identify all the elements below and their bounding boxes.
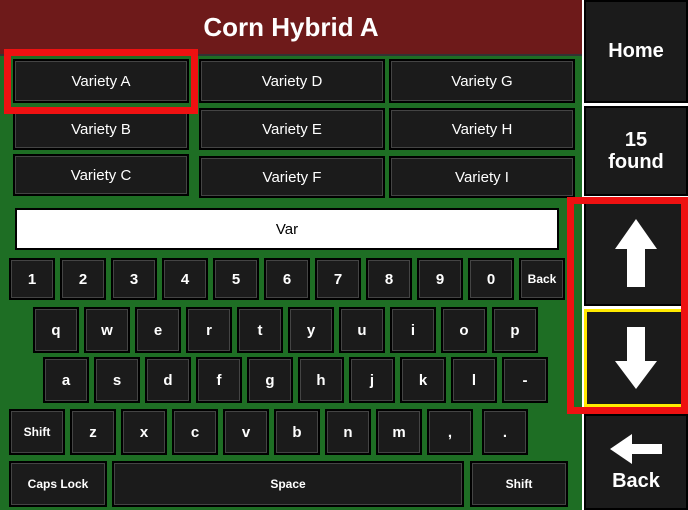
variety-button[interactable]: Variety C bbox=[13, 154, 189, 196]
key[interactable]: 3 bbox=[111, 258, 157, 300]
space-key[interactable]: Space bbox=[112, 461, 464, 507]
key[interactable]: j bbox=[349, 357, 395, 403]
key[interactable]: n bbox=[325, 409, 371, 455]
key[interactable]: a bbox=[43, 357, 89, 403]
key[interactable]: d bbox=[145, 357, 191, 403]
key[interactable]: b bbox=[274, 409, 320, 455]
key[interactable]: k bbox=[400, 357, 446, 403]
arrow-up-icon bbox=[615, 219, 657, 287]
search-input[interactable]: Var bbox=[15, 208, 559, 250]
key[interactable]: 0 bbox=[468, 258, 514, 300]
key[interactable]: m bbox=[376, 409, 422, 455]
shift-key[interactable]: Shift bbox=[9, 409, 65, 455]
key[interactable]: y bbox=[288, 307, 334, 353]
key[interactable]: i bbox=[390, 307, 436, 353]
variety-button[interactable]: Variety B bbox=[13, 108, 189, 150]
key[interactable]: s bbox=[94, 357, 140, 403]
backspace-key[interactable]: Back bbox=[519, 258, 565, 300]
variety-button[interactable]: Variety F bbox=[199, 156, 385, 198]
variety-button[interactable]: Variety H bbox=[389, 108, 575, 150]
key[interactable]: w bbox=[84, 307, 130, 353]
key[interactable]: f bbox=[196, 357, 242, 403]
key[interactable]: u bbox=[339, 307, 385, 353]
scroll-up-button[interactable] bbox=[584, 200, 688, 306]
key[interactable]: l bbox=[451, 357, 497, 403]
variety-button[interactable]: Variety A bbox=[13, 59, 189, 103]
back-button[interactable]: Back bbox=[584, 414, 688, 510]
key[interactable]: t bbox=[237, 307, 283, 353]
key[interactable]: v bbox=[223, 409, 269, 455]
key[interactable]: 1 bbox=[9, 258, 55, 300]
key[interactable]: 8 bbox=[366, 258, 412, 300]
variety-button[interactable]: Variety E bbox=[199, 108, 385, 150]
key[interactable]: h bbox=[298, 357, 344, 403]
key[interactable]: - bbox=[502, 357, 548, 403]
shift-key[interactable]: Shift bbox=[470, 461, 568, 507]
title-bar: Corn Hybrid A bbox=[0, 0, 582, 56]
results-count: 15 found bbox=[584, 106, 688, 196]
arrow-down-icon bbox=[615, 327, 657, 389]
key[interactable]: . bbox=[482, 409, 528, 455]
variety-button[interactable]: Variety G bbox=[389, 59, 575, 103]
key[interactable]: 4 bbox=[162, 258, 208, 300]
main-panel: Corn Hybrid A Variety A Variety D Variet… bbox=[0, 0, 582, 510]
key[interactable]: x bbox=[121, 409, 167, 455]
key[interactable]: g bbox=[247, 357, 293, 403]
key[interactable]: r bbox=[186, 307, 232, 353]
key[interactable]: 5 bbox=[213, 258, 259, 300]
page-title: Corn Hybrid A bbox=[203, 12, 379, 42]
key[interactable]: 7 bbox=[315, 258, 361, 300]
variety-button[interactable]: Variety D bbox=[199, 59, 385, 103]
key[interactable]: 2 bbox=[60, 258, 106, 300]
scroll-down-button[interactable] bbox=[584, 310, 688, 406]
key[interactable]: o bbox=[441, 307, 487, 353]
key[interactable]: q bbox=[33, 307, 79, 353]
key[interactable]: p bbox=[492, 307, 538, 353]
variety-button[interactable]: Variety I bbox=[389, 156, 575, 198]
back-label: Back bbox=[612, 469, 660, 492]
key[interactable]: c bbox=[172, 409, 218, 455]
key[interactable]: 9 bbox=[417, 258, 463, 300]
home-label: Home bbox=[608, 40, 664, 62]
key[interactable]: e bbox=[135, 307, 181, 353]
found-count: 15 bbox=[624, 129, 648, 151]
key[interactable]: , bbox=[427, 409, 473, 455]
home-button[interactable]: Home bbox=[584, 0, 688, 103]
screen: Corn Hybrid A Variety A Variety D Variet… bbox=[0, 0, 688, 510]
arrow-left-icon bbox=[610, 433, 662, 464]
caps-lock-key[interactable]: Caps Lock bbox=[9, 461, 107, 507]
key[interactable]: z bbox=[70, 409, 116, 455]
key[interactable]: 6 bbox=[264, 258, 310, 300]
found-label: found bbox=[608, 151, 664, 173]
